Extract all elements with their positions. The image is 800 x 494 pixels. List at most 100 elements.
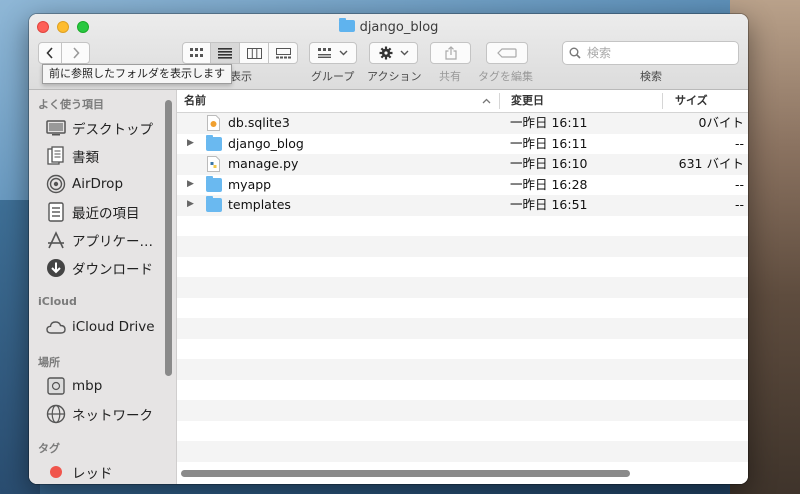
- downloads-icon: [46, 258, 66, 278]
- column-view-button[interactable]: [240, 42, 269, 64]
- file-rows: db.sqlite3 一昨日 16:11 0バイト ▶ django_blog …: [177, 113, 748, 462]
- sidebar: よく使う項目 デスクトップ 書類 AirDrop 最近の項目 アプリケー… ダウ…: [29, 90, 177, 484]
- empty-row: [177, 216, 748, 237]
- sidebar-item-label: 書類: [72, 150, 99, 166]
- empty-row: [177, 257, 748, 278]
- folder-icon: [206, 134, 222, 151]
- share-label: 共有: [439, 70, 461, 83]
- group-label: グループ: [311, 70, 355, 83]
- column-size-header[interactable]: サイズ: [675, 90, 708, 112]
- cloud-icon: [46, 317, 66, 337]
- icon-view-icon: [189, 48, 203, 57]
- empty-row: [177, 400, 748, 421]
- search-input[interactable]: [587, 46, 727, 60]
- toolbar: django_blog 検索 表示 グループ アクション 共有 タグを編集 検索…: [29, 14, 748, 90]
- sidebar-item-label: アプリケー…: [72, 234, 153, 250]
- search-label: 検索: [640, 70, 662, 83]
- gear-icon: [379, 46, 392, 60]
- sidebar-scrollbar[interactable]: [165, 100, 172, 376]
- search-icon: [569, 47, 581, 59]
- horizontal-scrollbar[interactable]: [181, 470, 630, 477]
- python-file-icon: [207, 156, 223, 172]
- file-row[interactable]: ▶ templates 一昨日 16:51 --: [177, 195, 748, 216]
- folder-icon: [206, 196, 222, 212]
- chevron-left-icon: [46, 47, 53, 59]
- empty-row: [177, 236, 748, 257]
- recents-icon: [46, 202, 66, 222]
- file-row[interactable]: ▶ django_blog 一昨日 16:11 --: [177, 134, 748, 155]
- finder-window: django_blog 検索 表示 グループ アクション 共有 タグを編集 検索…: [29, 14, 748, 484]
- empty-row: [177, 318, 748, 339]
- file-name: myapp: [228, 176, 272, 192]
- window-title-text: django_blog: [359, 20, 439, 35]
- empty-row: [177, 277, 748, 298]
- edit-tags-label: タグを編集: [478, 70, 533, 83]
- disclosure-triangle-icon[interactable]: ▶: [187, 138, 194, 148]
- sidebar-item-applications[interactable]: アプリケー…: [46, 228, 168, 252]
- search-field[interactable]: [562, 41, 739, 65]
- action-button[interactable]: [369, 42, 418, 64]
- tag-icon: [497, 48, 517, 58]
- airdrop-icon: [46, 174, 66, 194]
- file-modified: 一昨日 16:11: [510, 115, 588, 130]
- file-row[interactable]: ▶ myapp 一昨日 16:28 --: [177, 175, 748, 196]
- empty-row: [177, 339, 748, 360]
- share-button[interactable]: [430, 42, 471, 64]
- sqlite-document-icon: [207, 115, 223, 131]
- file-size: --: [734, 176, 744, 192]
- file-size: 0バイト: [698, 115, 744, 130]
- sidebar-item-label: iCloud Drive: [72, 319, 155, 335]
- sidebar-item-label: 最近の項目: [72, 206, 140, 222]
- documents-icon: [46, 146, 66, 166]
- sidebar-item-label: AirDrop: [72, 176, 124, 192]
- column-separator: [662, 93, 663, 109]
- file-row[interactable]: db.sqlite3 一昨日 16:11 0バイト: [177, 113, 748, 134]
- column-separator: [499, 93, 500, 109]
- file-modified: 一昨日 16:28: [510, 176, 588, 192]
- icon-view-button[interactable]: [182, 42, 211, 64]
- disclosure-triangle-icon[interactable]: ▶: [187, 199, 194, 209]
- sidebar-item-tag-red[interactable]: レッド: [46, 460, 168, 484]
- disclosure-triangle-icon[interactable]: ▶: [187, 179, 194, 189]
- gallery-view-button[interactable]: [269, 42, 298, 64]
- action-label: アクション: [367, 70, 422, 83]
- file-modified: 一昨日 16:11: [510, 135, 588, 151]
- file-size: --: [734, 135, 744, 151]
- group-icon: [318, 48, 331, 58]
- gallery-view-icon: [275, 47, 291, 58]
- sidebar-item-network[interactable]: ネットワーク: [46, 402, 168, 426]
- chevron-right-icon: [72, 47, 80, 59]
- group-button[interactable]: [309, 42, 357, 64]
- sidebar-item-desktop[interactable]: デスクトップ: [46, 116, 168, 140]
- edit-tags-button[interactable]: [486, 42, 528, 64]
- forward-button[interactable]: [62, 42, 90, 64]
- sidebar-item-label: デスクトップ: [72, 122, 153, 138]
- sidebar-item-icloud-drive[interactable]: iCloud Drive: [46, 315, 168, 339]
- sidebar-item-downloads[interactable]: ダウンロード: [46, 256, 168, 280]
- file-row[interactable]: manage.py 一昨日 16:10 631 バイト: [177, 154, 748, 175]
- folder-icon: [338, 18, 355, 32]
- back-button[interactable]: [38, 42, 62, 64]
- chevron-down-icon: [400, 50, 408, 56]
- sidebar-item-airdrop[interactable]: AirDrop: [46, 172, 168, 196]
- sidebar-item-documents[interactable]: 書類: [46, 144, 168, 168]
- empty-row: [177, 380, 748, 401]
- column-modified-header[interactable]: 変更日: [511, 90, 544, 112]
- file-size: 631 バイト: [678, 156, 744, 171]
- share-icon: [444, 46, 457, 60]
- back-button-tooltip: 前に参照したフォルダを表示します: [42, 64, 232, 84]
- file-list: 名前 変更日 サイズ db.sqlite3 一昨日 16:11 0バイト ▶ d…: [177, 90, 748, 484]
- file-name: db.sqlite3: [228, 115, 290, 130]
- desktop-icon: [46, 118, 66, 138]
- chevron-down-icon: [339, 50, 348, 56]
- sidebar-item-mbp[interactable]: mbp: [46, 374, 168, 398]
- sidebar-section-places: 場所: [38, 356, 60, 369]
- sidebar-section-icloud: iCloud: [38, 295, 77, 308]
- empty-row: [177, 441, 748, 462]
- disk-icon: [46, 376, 66, 396]
- network-icon: [46, 404, 66, 424]
- sidebar-item-recents[interactable]: 最近の項目: [46, 200, 168, 224]
- empty-row: [177, 298, 748, 319]
- column-name-header[interactable]: 名前: [184, 90, 206, 112]
- list-view-button[interactable]: [211, 42, 240, 64]
